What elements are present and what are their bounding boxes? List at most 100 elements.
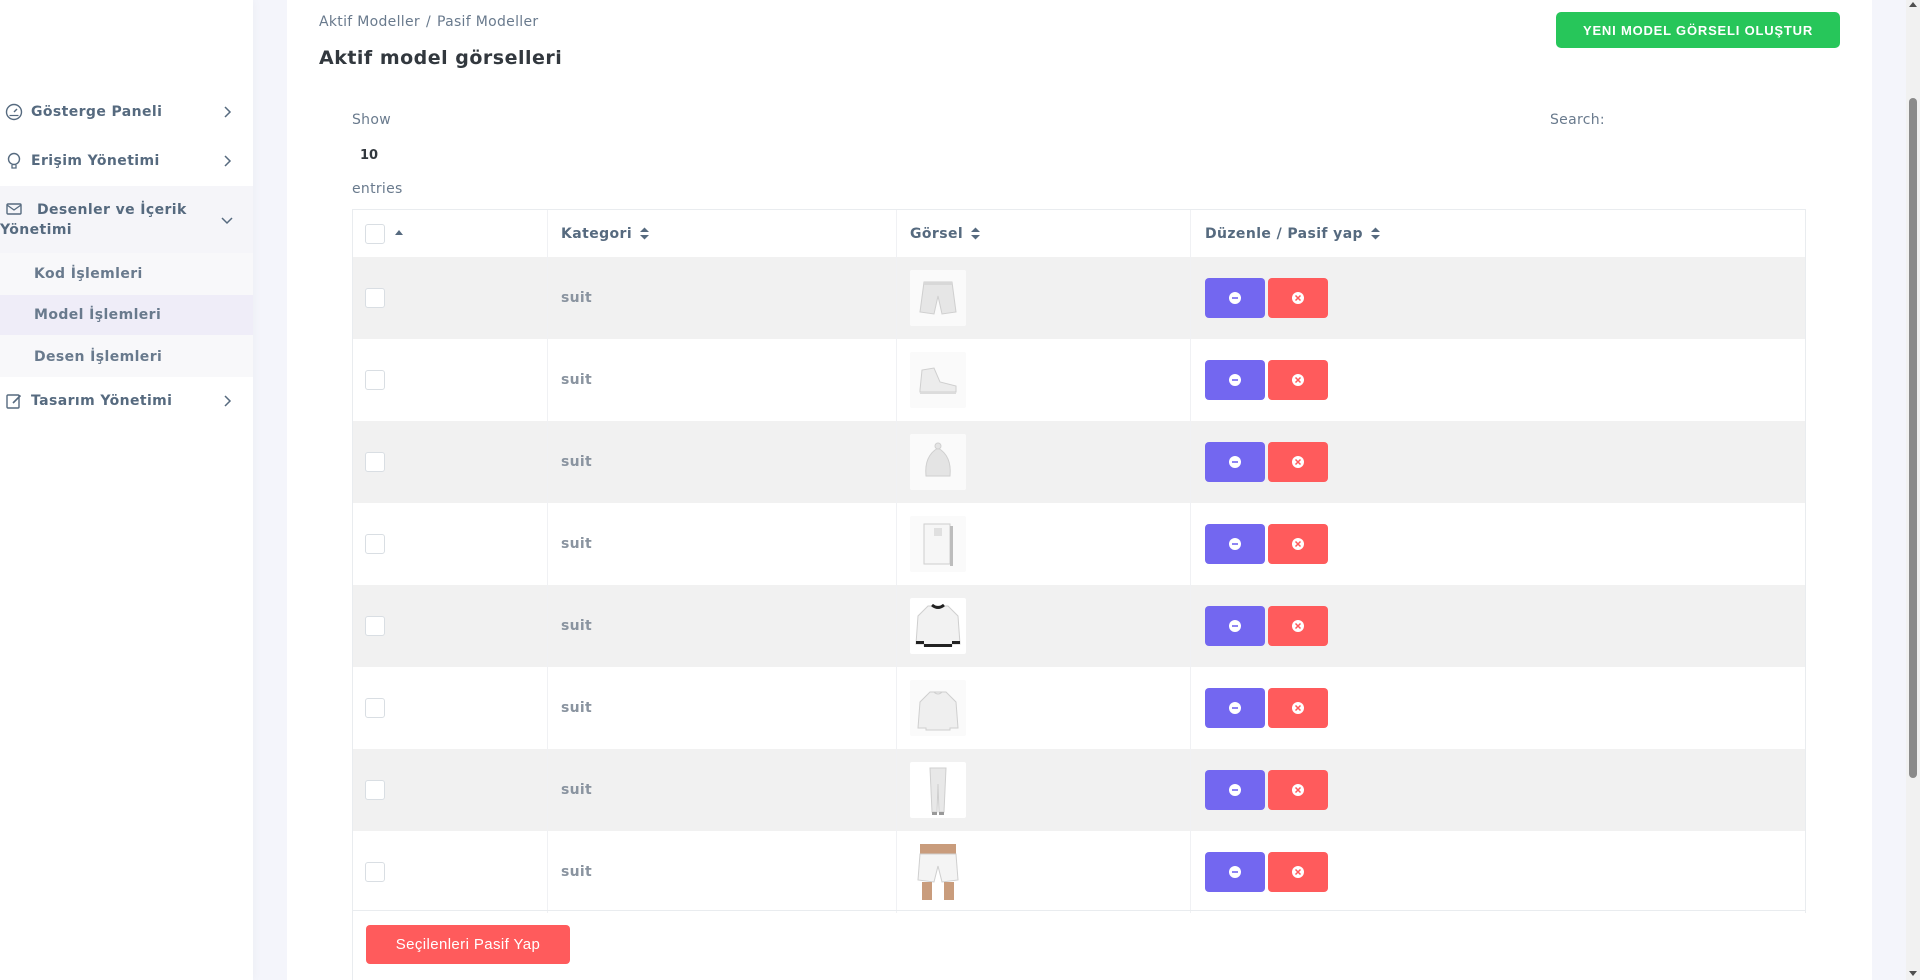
page-scrollbar[interactable]: [1906, 0, 1920, 980]
shorts-thumbnail[interactable]: [910, 270, 966, 326]
row-select-cell: [353, 667, 548, 749]
sort-icon: [640, 227, 650, 240]
submenu-item-code[interactable]: Kod İşlemleri: [0, 254, 253, 294]
sort-asc-icon: [395, 223, 403, 239]
close-circle-icon: [1292, 374, 1304, 386]
minus-circle-icon: [1229, 866, 1241, 878]
row-select-cell: [353, 503, 548, 585]
deactivate-selected-button[interactable]: Seçilenleri Pasif Yap: [366, 925, 570, 964]
deactivate-button[interactable]: [1268, 852, 1328, 892]
tag-thumbnail[interactable]: [910, 516, 966, 572]
sidebar-item-label: Desenler ve İçerik Yönetimi: [0, 202, 187, 238]
deactivate-button[interactable]: [1268, 770, 1328, 810]
sweatpants-thumbnail[interactable]: [910, 762, 966, 818]
edit-button[interactable]: [1205, 360, 1265, 400]
sweatshirt-thumbnail[interactable]: [910, 680, 966, 736]
edit-button[interactable]: [1205, 278, 1265, 318]
show-label: Show: [352, 112, 391, 128]
close-circle-icon: [1292, 620, 1304, 632]
deactivate-button[interactable]: [1268, 524, 1328, 564]
model-shorts-thumbnail[interactable]: [910, 844, 966, 900]
chevron-right-icon: [217, 102, 237, 122]
sort-icon: [1370, 227, 1380, 240]
category-cell: suit: [548, 339, 897, 421]
minus-circle-icon: [1229, 784, 1241, 796]
select-all-checkbox[interactable]: [365, 223, 385, 244]
table-row: suit: [353, 667, 1805, 749]
lightbulb-icon: [4, 151, 24, 171]
edit-button[interactable]: [1205, 524, 1265, 564]
chevron-right-icon: [217, 151, 237, 171]
row-checkbox[interactable]: [365, 534, 385, 554]
column-header-image[interactable]: Görsel: [897, 210, 1191, 257]
new-model-image-button[interactable]: YENI MODEL GÖRSELI OLUŞTUR: [1556, 12, 1840, 48]
beanie-thumbnail[interactable]: [910, 434, 966, 490]
scroll-down-arrow-icon[interactable]: [1909, 971, 1917, 976]
breadcrumb-active-models[interactable]: Aktif Modeller: [319, 14, 420, 30]
edit-button[interactable]: [1205, 852, 1265, 892]
chevron-right-icon: [217, 391, 237, 411]
table-row: suit: [353, 339, 1805, 421]
row-select-cell: [353, 831, 548, 913]
deactivate-button[interactable]: [1268, 360, 1328, 400]
chevron-down-icon: [217, 210, 237, 230]
row-checkbox[interactable]: [365, 616, 385, 636]
edit-button[interactable]: [1205, 770, 1265, 810]
search-label: Search:: [1550, 112, 1605, 128]
page-size-select[interactable]: 10: [352, 143, 422, 169]
search-input[interactable]: [1612, 104, 1802, 134]
sneaker-thumbnail[interactable]: [910, 352, 966, 408]
category-cell: suit: [548, 257, 897, 339]
row-checkbox[interactable]: [365, 698, 385, 718]
row-checkbox[interactable]: [365, 452, 385, 472]
close-circle-icon: [1292, 292, 1304, 304]
image-cell: [897, 667, 1191, 749]
breadcrumb-passive-models[interactable]: Pasif Modeller: [437, 14, 538, 30]
actions-cell: [1191, 503, 1805, 585]
breadcrumb-separator: /: [425, 14, 431, 30]
row-checkbox[interactable]: [365, 288, 385, 308]
submenu-item-pattern[interactable]: Desen İşlemleri: [0, 337, 253, 377]
select-all-header[interactable]: [353, 210, 548, 257]
table-row: suit: [353, 503, 1805, 585]
edit-button[interactable]: [1205, 442, 1265, 482]
sidebar-item-design[interactable]: Tasarım Yönetimi: [0, 387, 253, 415]
minus-circle-icon: [1229, 538, 1241, 550]
image-cell: [897, 421, 1191, 503]
deactivate-button[interactable]: [1268, 442, 1328, 482]
sidebar-item-access[interactable]: Erişim Yönetimi: [0, 147, 253, 175]
scroll-up-arrow-icon[interactable]: [1909, 2, 1917, 7]
sidebar-item-label: Tasarım Yönetimi: [31, 393, 173, 409]
category-cell: suit: [548, 831, 897, 913]
edit-button[interactable]: [1205, 688, 1265, 728]
minus-circle-icon: [1229, 292, 1241, 304]
edit-button[interactable]: [1205, 606, 1265, 646]
scrollbar-thumb[interactable]: [1909, 98, 1917, 778]
deactivate-button[interactable]: [1268, 688, 1328, 728]
column-header-actions[interactable]: Düzenle / Pasif yap: [1191, 210, 1805, 257]
row-checkbox[interactable]: [365, 370, 385, 390]
page-title: Aktif model görselleri: [319, 47, 563, 69]
sidebar-item-dashboard[interactable]: Gösterge Paneli: [0, 98, 253, 126]
bomber-jacket-thumbnail[interactable]: [910, 598, 966, 654]
deactivate-button[interactable]: [1268, 278, 1328, 318]
submenu-item-model[interactable]: Model İşlemleri: [0, 295, 253, 335]
row-checkbox[interactable]: [365, 780, 385, 800]
actions-cell: [1191, 831, 1805, 913]
column-header-category[interactable]: Kategori: [548, 210, 897, 257]
table-row: suit: [353, 257, 1805, 339]
row-select-cell: [353, 749, 548, 831]
minus-circle-icon: [1229, 702, 1241, 714]
sidebar-item-patterns-content[interactable]: Desenler ve İçerik Yönetimi: [0, 186, 253, 253]
close-circle-icon: [1292, 702, 1304, 714]
deactivate-button[interactable]: [1268, 606, 1328, 646]
actions-cell: [1191, 585, 1805, 667]
row-select-cell: [353, 421, 548, 503]
actions-cell: [1191, 421, 1805, 503]
minus-circle-icon: [1229, 620, 1241, 632]
table-row: suit: [353, 749, 1805, 831]
column-header-label: Düzenle / Pasif yap: [1205, 225, 1363, 242]
row-checkbox[interactable]: [365, 862, 385, 882]
category-cell: suit: [548, 585, 897, 667]
row-select-cell: [353, 585, 548, 667]
